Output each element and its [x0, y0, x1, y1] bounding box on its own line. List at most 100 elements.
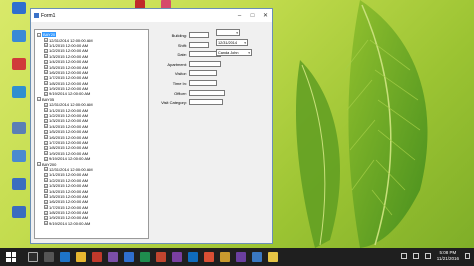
form-icon [34, 13, 39, 18]
app-icon[interactable] [92, 252, 102, 262]
app-icon[interactable] [108, 252, 118, 262]
expand-icon[interactable]: + [44, 38, 48, 43]
edge-icon[interactable] [60, 252, 70, 262]
combo-box[interactable]: Canda John ▾ [216, 49, 252, 56]
expand-icon[interactable]: + [44, 145, 48, 150]
tree-node-child[interactable]: +9/19/2014 12:00:00 AM [37, 221, 146, 226]
expand-icon[interactable]: + [44, 91, 48, 96]
combo-value: 12/31/2014 [218, 41, 238, 45]
combo-box[interactable]: 12/31/2014 ▾ [216, 39, 248, 46]
clock[interactable]: 5:08 PM 11/21/2016 [437, 250, 459, 262]
network-icon[interactable] [412, 253, 419, 259]
text-field[interactable] [189, 70, 217, 77]
clock-date: 11/21/2016 [436, 256, 459, 261]
app-icon [12, 122, 26, 134]
word-icon[interactable] [124, 252, 134, 262]
tree-node-label: 1/3/2015 12:00:00 AM [49, 118, 89, 124]
combo-box[interactable]: ▾ [216, 29, 240, 36]
expand-icon[interactable]: + [44, 113, 48, 118]
minimize-button[interactable]: – [233, 9, 246, 22]
tree-node-label: 1/5/2015 12:00:00 AM [49, 129, 89, 135]
expand-icon[interactable]: + [44, 183, 48, 188]
expand-icon[interactable]: + [44, 108, 48, 113]
tree-node-label: 1/5/2015 12:00:00 AM [49, 64, 89, 70]
form-field-row: Apartment: [149, 60, 221, 70]
text-field[interactable] [189, 89, 225, 96]
field-label: Building: [171, 33, 187, 38]
expand-icon[interactable]: + [44, 118, 48, 123]
text-field[interactable] [189, 41, 209, 48]
expand-icon[interactable]: + [44, 167, 48, 172]
expand-icon[interactable]: + [44, 221, 48, 226]
expand-icon[interactable]: + [44, 140, 48, 145]
expand-icon[interactable]: + [44, 215, 48, 220]
notifications-icon[interactable] [465, 253, 470, 259]
field-label: Apartment: [167, 61, 187, 67]
close-button[interactable]: ✕ [259, 9, 272, 22]
app-icon[interactable] [220, 252, 230, 262]
app-icon[interactable] [204, 252, 214, 262]
expand-icon[interactable]: + [44, 199, 48, 204]
app-icon[interactable] [252, 252, 262, 262]
form-field-row: Date: [149, 50, 221, 60]
volume-icon[interactable] [424, 253, 431, 259]
expand-icon[interactable]: + [44, 70, 48, 75]
expand-icon[interactable]: + [44, 124, 48, 129]
tree-node-label: 1/7/2015 12:00:00 AM [49, 140, 89, 145]
expand-icon[interactable]: + [44, 189, 48, 194]
excel-icon[interactable] [140, 252, 150, 262]
text-field[interactable] [189, 99, 223, 106]
visual-studio-icon[interactable] [236, 252, 246, 262]
search-icon[interactable] [28, 252, 38, 262]
task-view-icon[interactable] [44, 252, 54, 262]
expand-icon[interactable]: + [44, 65, 48, 70]
chevron-down-icon[interactable]: ▾ [236, 30, 238, 35]
chevron-down-icon[interactable]: ▾ [244, 40, 246, 45]
tree-node-label: 1/7/2015 12:00:00 AM [49, 75, 89, 81]
expand-icon[interactable]: + [44, 81, 48, 86]
collapse-icon[interactable]: − [37, 162, 41, 167]
app-icon [12, 178, 26, 190]
expand-icon[interactable]: + [44, 59, 48, 64]
system-tray: 5:08 PM 11/21/2016 [400, 250, 470, 262]
expand-icon[interactable]: + [44, 210, 48, 215]
app-icon[interactable] [268, 252, 278, 262]
text-field[interactable] [189, 32, 209, 38]
combo-boxes: ▾ 12/31/2014 ▾ Canda John ▾ [216, 29, 252, 59]
form-field-row: Visit Category: [149, 98, 223, 108]
close-icon: ✕ [262, 13, 269, 19]
text-field[interactable] [189, 79, 217, 86]
expand-icon[interactable]: + [44, 178, 48, 183]
expand-icon[interactable]: + [44, 75, 48, 80]
expand-icon[interactable]: + [44, 172, 48, 177]
form-field-row: Time In: [149, 79, 217, 89]
expand-icon[interactable]: + [44, 129, 48, 134]
outlook-icon[interactable] [188, 252, 198, 262]
chevron-up-icon[interactable] [400, 253, 407, 259]
maximize-button[interactable]: □ [246, 9, 259, 22]
expand-icon[interactable]: + [44, 205, 48, 210]
form-field-row: Visitor: [149, 69, 217, 79]
start-button[interactable] [4, 250, 18, 264]
expand-icon[interactable]: + [44, 151, 48, 156]
tree-node-label: 1/5/2015 12:00:00 AM [49, 193, 89, 199]
text-field[interactable] [189, 60, 221, 67]
expand-icon[interactable]: + [44, 102, 48, 107]
title-bar[interactable]: Form1 – □ ✕ [31, 9, 272, 22]
expand-icon[interactable]: + [44, 86, 48, 91]
tree-view[interactable]: − BAY20 +12/31/2014 12:00:00 AM +1/1/2015 1… [34, 29, 149, 239]
expand-icon[interactable]: + [44, 135, 48, 140]
collapse-icon[interactable]: − [37, 97, 41, 102]
powerpoint-icon[interactable] [156, 252, 166, 262]
expand-icon[interactable]: + [44, 156, 48, 161]
taskbar: 5:08 PM 11/21/2016 [0, 248, 474, 266]
tree-node-label: 1/8/2015 12:00:00 AM [49, 145, 89, 151]
onenote-icon[interactable] [172, 252, 182, 262]
collapse-icon[interactable]: − [37, 32, 41, 37]
file-explorer-icon[interactable] [76, 252, 86, 262]
expand-icon[interactable]: + [44, 194, 48, 199]
chevron-down-icon[interactable]: ▾ [248, 50, 250, 55]
expand-icon[interactable]: + [44, 48, 48, 53]
expand-icon[interactable]: + [44, 43, 48, 48]
expand-icon[interactable]: + [44, 54, 48, 59]
